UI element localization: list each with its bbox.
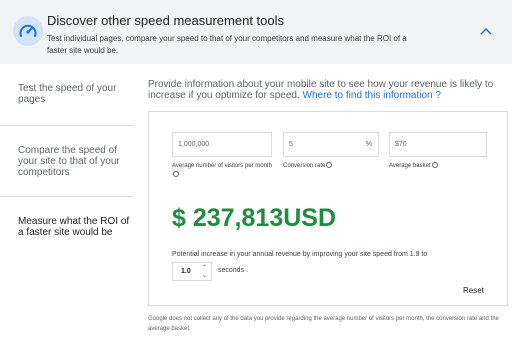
average-basket-label: Average basket [389, 162, 487, 171]
potential-increase-text: Potential increase in your annual revenu… [172, 251, 428, 258]
tools-header[interactable]: Discover other speed measurement tools T… [0, 0, 512, 64]
seconds-label: seconds . [218, 267, 248, 274]
conversion-rate-input[interactable]: 5 % [283, 132, 379, 157]
info-icon[interactable] [326, 162, 333, 168]
sidebar-divider [0, 125, 134, 126]
stepper-value: 1.0 [181, 268, 191, 275]
info-icon[interactable] [173, 171, 179, 177]
visitors-value: 1,000,000 [178, 141, 210, 148]
revenue-increase-value: $ 237,813USD [172, 204, 337, 232]
chevron-up-icon[interactable]: ⌃ [200, 264, 209, 272]
info-icon[interactable] [431, 162, 438, 168]
conversion-rate-label: Conversion rate [283, 162, 379, 171]
sidebar-item-compare-speed[interactable]: Compare the speed of your site to that o… [18, 145, 130, 178]
intro-text: Provide information about your mobile si… [148, 79, 508, 101]
header-description: Test individual pages, compare your spee… [47, 34, 407, 55]
percent-unit: % [365, 141, 372, 148]
visitors-label: Average number of visitors per month [172, 162, 272, 180]
privacy-disclaimer: Google does not collect any of the data … [148, 316, 499, 332]
sidebar-divider [0, 196, 134, 197]
info-source-link[interactable]: Where to find this information ? [303, 90, 441, 101]
chevron-up-icon[interactable] [476, 22, 496, 42]
sidebar: Test the speed of your pages Compare the… [0, 64, 134, 343]
sidebar-item-measure-roi[interactable]: Measure what the ROI of a faster site wo… [18, 216, 130, 238]
seconds-stepper[interactable]: 1.0 ⌃ ⌄ [172, 262, 212, 281]
reset-button[interactable]: Reset [463, 286, 484, 295]
conversion-rate-value: 5 [289, 141, 293, 148]
average-basket-input[interactable]: $70 [389, 132, 487, 157]
average-basket-value: $70 [395, 141, 407, 148]
speedometer-icon [13, 16, 43, 46]
chevron-down-icon[interactable]: ⌄ [200, 272, 209, 280]
visitors-per-month-input[interactable]: 1,000,000 [172, 132, 272, 157]
roi-calculator-card: 1,000,000 Average number of visitors per… [148, 111, 508, 306]
header-title: Discover other speed measurement tools [47, 13, 285, 28]
sidebar-item-test-speed[interactable]: Test the speed of your pages [18, 83, 130, 105]
